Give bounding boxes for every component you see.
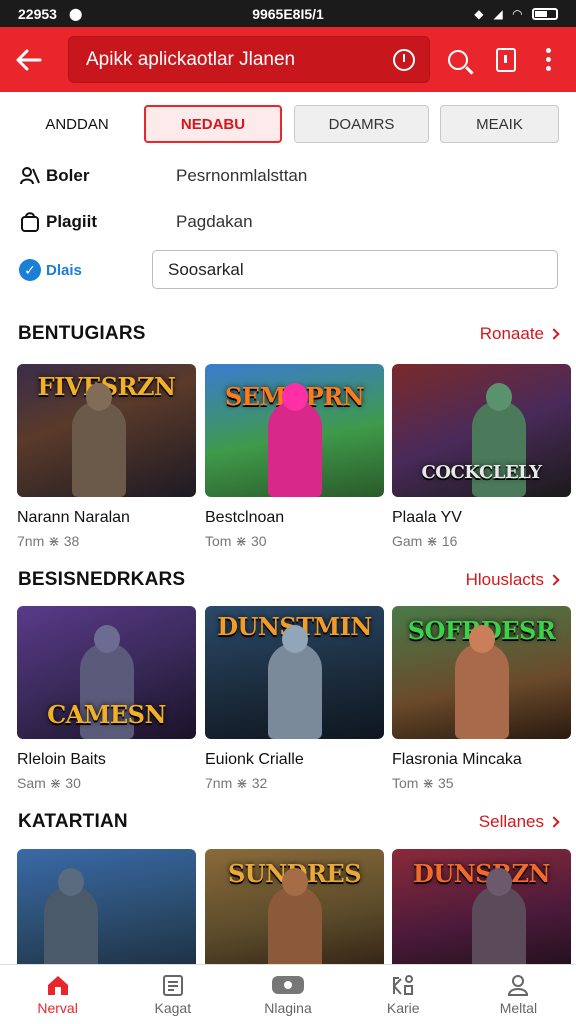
info-row-2-label: Plagiit <box>46 212 98 231</box>
back-button[interactable] <box>0 27 58 92</box>
bottom-navigation: Nerval Kagat Nlagina Karie Meltal <box>0 964 576 1024</box>
play-icon <box>272 975 304 994</box>
game-meta: Tom ⋇ 30 <box>205 533 267 549</box>
nav-item-play[interactable]: Nlagina <box>230 965 345 1024</box>
game-thumbnail: CAMESN <box>17 606 196 739</box>
check-circle-icon: ✓ <box>18 258 42 282</box>
section-3-more-label: Sellanes <box>478 812 544 831</box>
game-thumbnail: COCKCLELY <box>392 364 571 497</box>
bag-icon <box>18 210 42 234</box>
nav-item-profile[interactable]: Meltal <box>461 965 576 1024</box>
calendar-icon <box>162 974 183 996</box>
game-thumbnail: FIVESRZN <box>17 364 196 497</box>
document-button[interactable] <box>486 27 526 92</box>
back-arrow-icon <box>16 49 42 70</box>
search-input-text: Apikk aplickaotlar Jlanen <box>86 48 296 70</box>
game-card[interactable]: SOFRDESR Flasronia Mincaka Tom ⋇ 35 <box>392 606 571 792</box>
document-icon <box>496 47 516 72</box>
game-title: Flasronia Mincaka <box>392 751 522 768</box>
status-bar: 22953 ⬤ 9965E8I5/1 ◆ ◢ ◠ <box>0 0 576 27</box>
chevron-right-icon <box>548 816 560 828</box>
notification-icon: ⬤ <box>68 6 83 21</box>
search-input[interactable]: Apikk aplickaotlar Jlanen <box>68 36 430 83</box>
nav-item-apps[interactable]: Karie <box>346 965 461 1024</box>
game-thumbnail: DUNSTMIN <box>205 606 384 739</box>
game-logo-text: DUNSRZN <box>413 859 550 888</box>
nav-item-home[interactable]: Nerval <box>0 965 115 1024</box>
people-icon <box>18 164 42 188</box>
game-card[interactable]: FIVESRZN Narann Naralan 7nm ⋇ 38 <box>17 364 196 550</box>
battery-icon <box>532 7 558 20</box>
game-meta: Tom ⋇ 35 <box>392 775 454 791</box>
status-time: 22953 <box>18 5 57 22</box>
app-bar: Apikk aplickaotlar Jlanen <box>0 27 576 92</box>
search-icon <box>448 49 468 70</box>
info-row-2[interactable]: Plagiit Pagdakan <box>18 202 558 242</box>
search-button[interactable] <box>438 27 478 92</box>
section-1-more-label: Ronaate <box>479 324 544 343</box>
tab-3[interactable]: MEAIK <box>440 105 559 143</box>
section-3-more-link[interactable]: Sellanes <box>478 812 560 832</box>
tab-0[interactable]: ANDDAN <box>18 105 136 143</box>
game-meta: Gam ⋇ 16 <box>392 533 458 549</box>
game-meta: Sam ⋇ 30 <box>17 775 81 791</box>
game-thumbnail: SUNDRES <box>205 849 384 982</box>
section-2-title: BESISNEDRKARS <box>18 569 186 590</box>
apps-icon <box>393 974 414 995</box>
game-logo-text: COCKCLELY <box>421 462 542 483</box>
tab-2[interactable]: DOAMRS <box>294 105 429 143</box>
signal-icon: ◢ <box>493 6 503 21</box>
chevron-right-icon <box>548 574 560 586</box>
game-thumbnail: SOFRDESR <box>392 606 571 739</box>
info-row-1-value: Pesrnonmlalsttan <box>176 166 308 185</box>
game-thumbnail: DUNSRZN <box>392 849 571 982</box>
game-title: Narann Naralan <box>17 509 130 526</box>
home-icon <box>47 975 68 995</box>
more-options-button[interactable] <box>528 27 568 92</box>
nav-label-profile: Meltal <box>499 999 538 1016</box>
nav-label-apps: Karie <box>386 999 420 1016</box>
chevron-right-icon <box>548 328 560 340</box>
nav-label-play: Nlagina <box>264 999 312 1016</box>
filter-tabs: ANDDAN NEDABU DOAMRS MEAIK <box>0 105 576 145</box>
section-1-more-link[interactable]: Ronaate <box>479 324 560 344</box>
info-row-1[interactable]: Boler Pesrnonmlalsttan <box>18 156 558 196</box>
location-icon: ◆ <box>474 6 484 21</box>
section-3-header: KATARTIAN Sellanes <box>18 809 560 835</box>
section-2-more-label: Hlouslacts <box>465 570 544 589</box>
game-title: Plaala YV <box>392 509 462 526</box>
game-title: Rleloin Baits <box>17 751 106 768</box>
section-3-title: KATARTIAN <box>18 811 128 832</box>
game-card[interactable]: COCKCLELY Plaala YV Gam ⋇ 16 <box>392 364 571 550</box>
wifi-icon: ◠ <box>512 6 522 21</box>
section-2-header: BESISNEDRKARS Hlouslacts <box>18 567 560 593</box>
profile-icon <box>508 974 529 996</box>
game-meta: 7nm ⋇ 32 <box>205 775 268 791</box>
game-thumbnail <box>17 849 196 982</box>
section-2-more-link[interactable]: Hlouslacts <box>465 570 560 590</box>
game-meta: 7nm ⋇ 38 <box>17 533 80 549</box>
game-logo-text: CAMESN <box>47 700 166 729</box>
nav-label-calendar: Kagat <box>154 999 192 1016</box>
info-row-1-label: Boler <box>46 166 90 185</box>
game-card[interactable] <box>17 849 196 982</box>
game-card[interactable]: DUNSTMIN Euionk Crialle 7nm ⋇ 32 <box>205 606 384 792</box>
text-input-field[interactable]: Soosarkal <box>152 250 558 289</box>
section-1-title: BENTUGIARS <box>18 323 146 344</box>
more-vert-icon <box>545 48 551 71</box>
nav-item-calendar[interactable]: Kagat <box>115 965 230 1024</box>
game-card[interactable]: CAMESN Rleloin Baits Sam ⋇ 30 <box>17 606 196 792</box>
game-thumbnail: SEMGPRN <box>205 364 384 497</box>
game-card[interactable]: DUNSRZN <box>392 849 571 982</box>
info-row-2-value: Pagdakan <box>176 212 253 231</box>
section-1-header: BENTUGIARS Ronaate <box>18 321 560 347</box>
game-title: Bestclnoan <box>205 509 285 526</box>
game-title: Euionk Crialle <box>205 751 304 768</box>
tab-1[interactable]: NEDABU <box>144 105 282 143</box>
history-icon[interactable] <box>393 48 415 71</box>
game-card[interactable]: SUNDRES <box>205 849 384 982</box>
game-card[interactable]: SEMGPRN Bestclnoan Tom ⋇ 30 <box>205 364 384 550</box>
nav-label-home: Nerval <box>37 999 78 1016</box>
